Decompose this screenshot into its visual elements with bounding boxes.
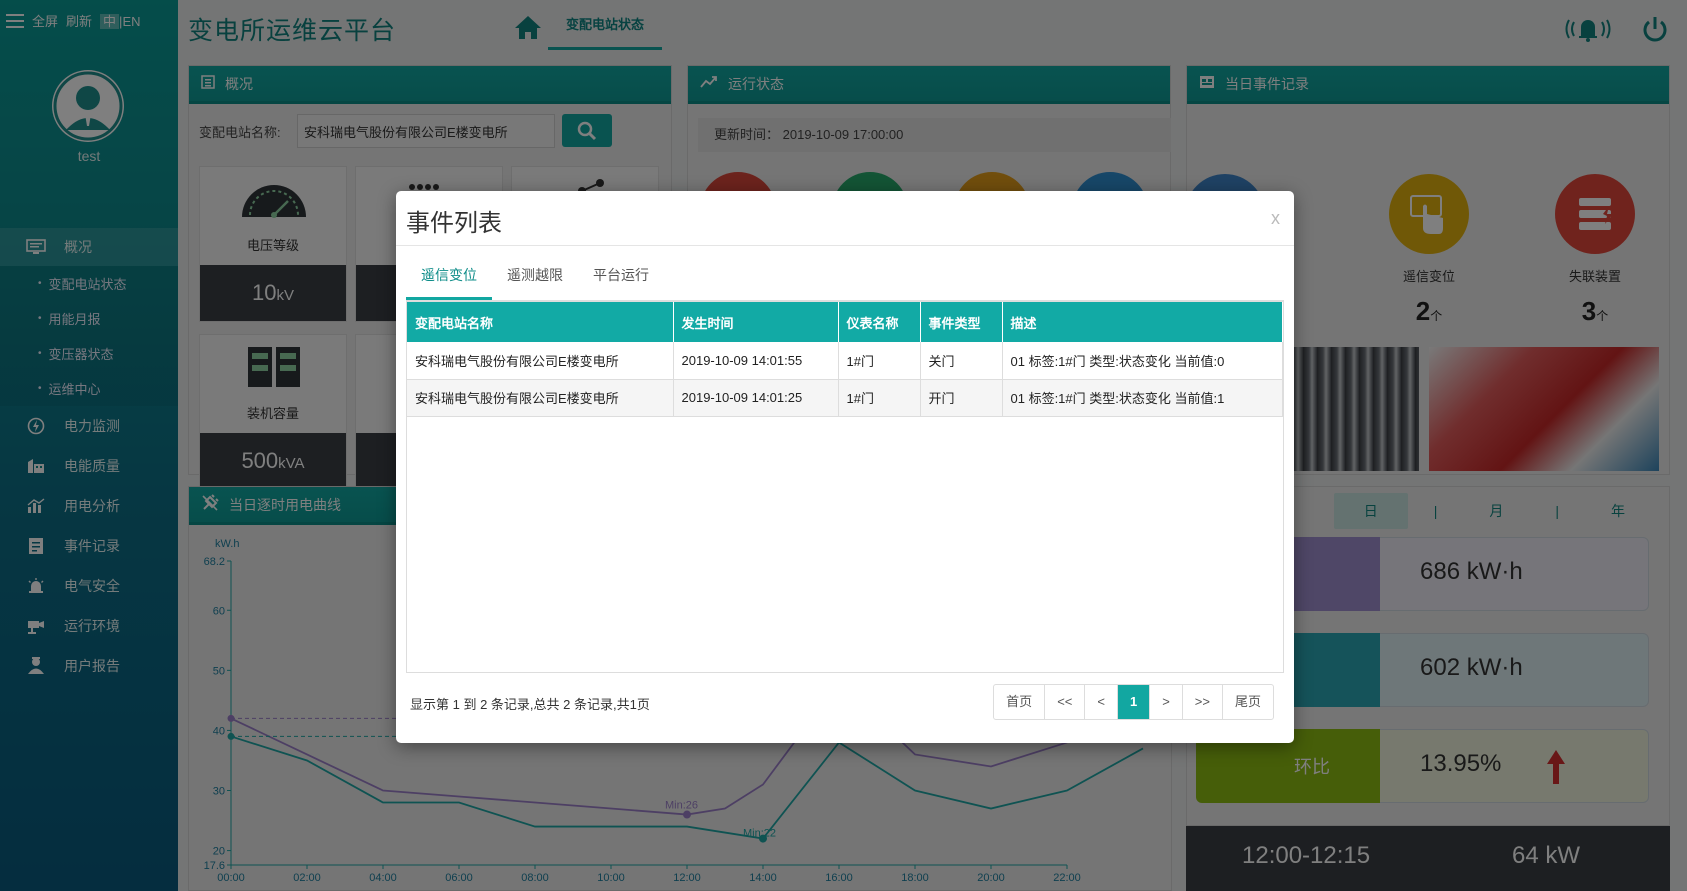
table-cell: 01 标签:1#门 类型:状态变化 当前值:0 (1002, 342, 1283, 380)
table-row[interactable]: 安科瑞电气股份有限公司E楼变电所 2019-10-09 14:01:25 1#门… (407, 379, 1283, 417)
column-header[interactable]: 描述 (1002, 302, 1283, 342)
column-header[interactable]: 事件类型 (920, 302, 1003, 342)
table-header-row: 变配电站名称 发生时间 仪表名称 事件类型 描述 (407, 302, 1283, 342)
next-block-button[interactable]: >> (1183, 685, 1223, 719)
modal-divider (396, 245, 1294, 246)
event-list-modal: 事件列表 x 遥信变位 遥测越限 平台运行 变配电站名称 发生时间 仪表名称 事… (396, 191, 1294, 743)
last-page-button[interactable]: 尾页 (1223, 685, 1273, 719)
close-icon[interactable]: x (1271, 208, 1280, 229)
page-number-button[interactable]: 1 (1117, 685, 1151, 719)
next-page-button[interactable]: > (1150, 685, 1183, 719)
event-table-wrapper: 变配电站名称 发生时间 仪表名称 事件类型 描述 安科瑞电气股份有限公司E楼变电… (406, 301, 1284, 673)
tab-platform-run[interactable]: 平台运行 (578, 253, 664, 300)
table-cell: 2019-10-09 14:01:25 (673, 379, 839, 417)
table-cell: 1#门 (838, 342, 921, 380)
column-header[interactable]: 仪表名称 (838, 302, 921, 342)
prev-page-button[interactable]: < (1085, 685, 1118, 719)
table-cell: 安科瑞电气股份有限公司E楼变电所 (407, 379, 674, 417)
pagination-info: 显示第 1 到 2 条记录,总共 2 条记录,共1页 (410, 697, 650, 712)
pagination: 首页 << < 1 > >> 尾页 (993, 684, 1274, 720)
tab-telemetry-limit[interactable]: 遥测越限 (492, 253, 578, 300)
table-cell: 开门 (920, 379, 1003, 417)
table-row[interactable]: 安科瑞电气股份有限公司E楼变电所 2019-10-09 14:01:55 1#门… (407, 342, 1283, 380)
column-header[interactable]: 变配电站名称 (407, 302, 674, 342)
table-cell: 关门 (920, 342, 1003, 380)
table-cell: 01 标签:1#门 类型:状态变化 当前值:1 (1002, 379, 1283, 417)
column-header[interactable]: 发生时间 (673, 302, 839, 342)
table-cell: 2019-10-09 14:01:55 (673, 342, 839, 380)
tab-remote-signal[interactable]: 遥信变位 (406, 253, 492, 300)
prev-block-button[interactable]: << (1045, 685, 1086, 719)
table-cell: 1#门 (838, 379, 921, 417)
modal-tabs: 遥信变位 遥测越限 平台运行 (406, 253, 1284, 301)
event-table: 变配电站名称 发生时间 仪表名称 事件类型 描述 安科瑞电气股份有限公司E楼变电… (407, 302, 1283, 417)
modal-title: 事件列表 (406, 210, 502, 237)
first-page-button[interactable]: 首页 (994, 685, 1046, 719)
table-cell: 安科瑞电气股份有限公司E楼变电所 (407, 342, 674, 380)
